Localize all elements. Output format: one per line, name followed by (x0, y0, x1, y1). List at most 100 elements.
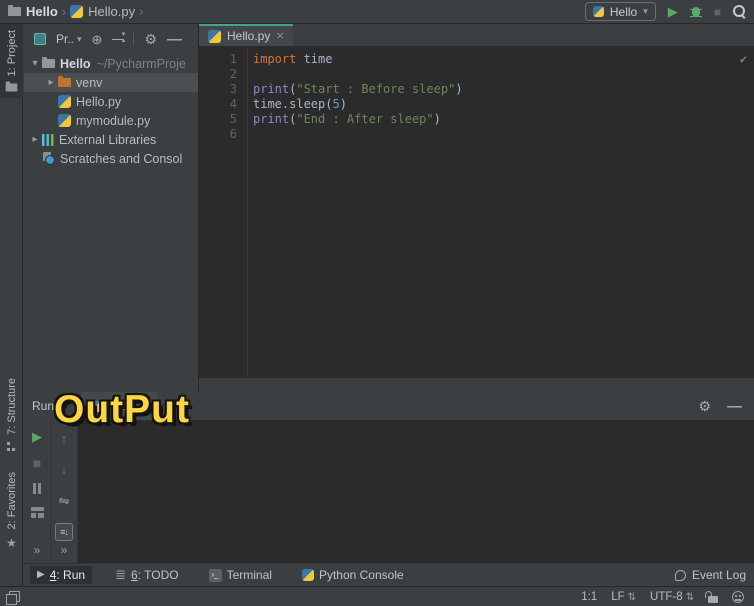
code-token: print (253, 112, 290, 126)
lock-icon[interactable] (705, 590, 718, 603)
inspections-profile-icon[interactable] (732, 590, 744, 603)
run-toolbar-primary: ▶ ■ (24, 420, 51, 563)
debug-button[interactable] (689, 6, 702, 18)
chevron-right-icon: › (61, 4, 67, 19)
tree-expand-arrow-icon[interactable]: ▾ (28, 58, 42, 69)
tree-item[interactable]: ▸ External Libraries (24, 130, 198, 149)
python-icon (301, 569, 314, 581)
tab-hello-py[interactable]: Hello.py (199, 24, 293, 46)
run-button[interactable]: ▶ (668, 5, 678, 18)
code-text[interactable]: import time print("Start : Before sleep"… (248, 46, 754, 378)
todo-icon (115, 567, 126, 583)
event-log-label: Event Log (691, 568, 746, 582)
locate-file-icon[interactable]: ⊕ (92, 33, 103, 46)
tool-window-bar: ▶ 4: Run 6: TODO Terminal Python Console Eve… (24, 563, 754, 586)
line-number: 1 (229, 52, 237, 66)
python-icon (208, 29, 221, 43)
pause-output-button[interactable] (33, 483, 41, 494)
tree-item[interactable]: Scratches and Consol (24, 149, 198, 168)
output-annotation: OutPut (54, 388, 190, 431)
hide-panel-icon[interactable]: — (167, 32, 182, 47)
stop-button[interactable]: ■ (33, 456, 41, 470)
run-configuration-select[interactable]: Hello ▾ (584, 2, 656, 21)
inspection-ok-icon[interactable]: ✔ (740, 52, 747, 67)
project-panel: Pr.. ▾ ⊕ ⚙ — ▾ Hello ~/PycharmProje ▸ venv He… (24, 24, 198, 392)
toolwindow-button-label: 6: TODO (130, 568, 179, 582)
run-console-output[interactable] (78, 420, 754, 563)
tool-window-toggle-icon[interactable] (6, 590, 20, 605)
more-actions-icon[interactable] (34, 541, 41, 559)
event-log-button[interactable]: Event Log (674, 568, 746, 582)
breadcrumb-file[interactable]: Hello.py (70, 4, 135, 19)
code-token: ) (339, 97, 347, 111)
restore-layout-button[interactable] (30, 507, 44, 518)
tree-item[interactable]: mymodule.py (24, 111, 198, 130)
gear-icon[interactable]: ⚙ (144, 32, 157, 46)
sidebar-item-project[interactable]: 1: Project (0, 24, 23, 99)
tree-item-label: External Libraries (59, 132, 157, 147)
tree-item[interactable]: ▾ Hello ~/PycharmProje (24, 54, 198, 73)
stop-button[interactable]: ■ (714, 6, 721, 18)
project-view-select[interactable]: Pr.. ▾ (56, 32, 82, 46)
sidebar-item-favorites[interactable]: 2: Favorites ★ (0, 466, 23, 556)
line-number: 3 (229, 82, 237, 96)
code-line: print("Start : Before sleep") (253, 82, 754, 97)
python-file-icon (58, 114, 71, 127)
code-token: print (253, 82, 290, 96)
more-actions-icon[interactable] (61, 541, 68, 559)
encoding-select[interactable]: UTF-8 (650, 591, 694, 603)
chevron-right-icon: › (139, 4, 144, 19)
breadcrumb-project[interactable]: Hello (8, 4, 58, 19)
python-icon (70, 5, 84, 18)
python-file-icon (58, 95, 71, 108)
rerun-button[interactable]: ▶ (32, 430, 42, 443)
scroll-to-end-button[interactable] (55, 523, 73, 541)
gear-icon[interactable]: ⚙ (698, 399, 711, 413)
python-icon (592, 6, 604, 17)
hide-panel-icon[interactable]: — (727, 399, 742, 414)
toolwindow-button-run[interactable]: ▶ 4: Run (30, 566, 93, 584)
tree-expand-arrow-icon[interactable]: ▸ (44, 77, 58, 88)
play-icon: ▶ (37, 569, 45, 580)
editor-tab-bar: Hello.py (199, 24, 754, 46)
run-tool-window: Run: Hello ⚙ — ▶ ■ OutPut (24, 388, 754, 563)
scratches-icon (42, 152, 55, 165)
code-token: 5 (332, 97, 340, 111)
code-token: import (253, 52, 297, 66)
toolwindow-button-python-console[interactable]: Python Console (295, 566, 411, 584)
toolwindow-button-todo[interactable]: 6: TODO (108, 565, 186, 585)
line-number: 4 (229, 97, 237, 111)
down-stack-trace-button[interactable] (61, 461, 68, 479)
up-stack-trace-button[interactable] (61, 430, 68, 448)
tree-item[interactable]: Hello.py (24, 92, 198, 111)
toolwindow-button-label: Python Console (318, 568, 404, 582)
stripe-structure-label: 7: Structure (5, 378, 18, 435)
divider (133, 32, 135, 46)
tree-expand-arrow-icon[interactable]: ▸ (28, 134, 42, 145)
chevron-down-icon: ▾ (77, 33, 82, 44)
collapse-all-icon[interactable] (112, 30, 124, 45)
caret-position[interactable]: 1:1 (581, 591, 597, 603)
line-ending-select[interactable]: LF (611, 591, 636, 603)
toolwindow-button-terminal[interactable]: Terminal (202, 566, 279, 584)
tool-window-stripe: 1: Project 7: Structure 2: Favorites ★ (0, 24, 23, 586)
breadcrumb-file-label: Hello.py (88, 4, 136, 19)
line-number-gutter: 123456 (199, 46, 248, 378)
star-icon: ★ (6, 536, 17, 551)
encoding-label: UTF-8 (650, 590, 683, 603)
tree-item[interactable]: ▸ venv (24, 73, 198, 92)
code-token: time.sleep( (253, 97, 333, 111)
toolwindow-button-label: 4: Run (49, 568, 86, 582)
soft-wrap-button[interactable] (59, 492, 70, 510)
code-line: import time (253, 52, 754, 67)
run-toolbar-secondary (51, 420, 78, 563)
search-icon[interactable] (733, 5, 746, 18)
tree-item-label: Hello (60, 56, 91, 71)
tab-label: Hello.py (227, 29, 271, 43)
line-number: 5 (229, 112, 237, 126)
sidebar-item-structure[interactable]: 7: Structure (0, 372, 23, 457)
updown-icon (686, 591, 694, 603)
code-editor[interactable]: 123456 import time print("Start : Before… (199, 46, 754, 378)
close-icon[interactable] (276, 29, 284, 43)
project-view-label: Pr.. (56, 32, 75, 46)
